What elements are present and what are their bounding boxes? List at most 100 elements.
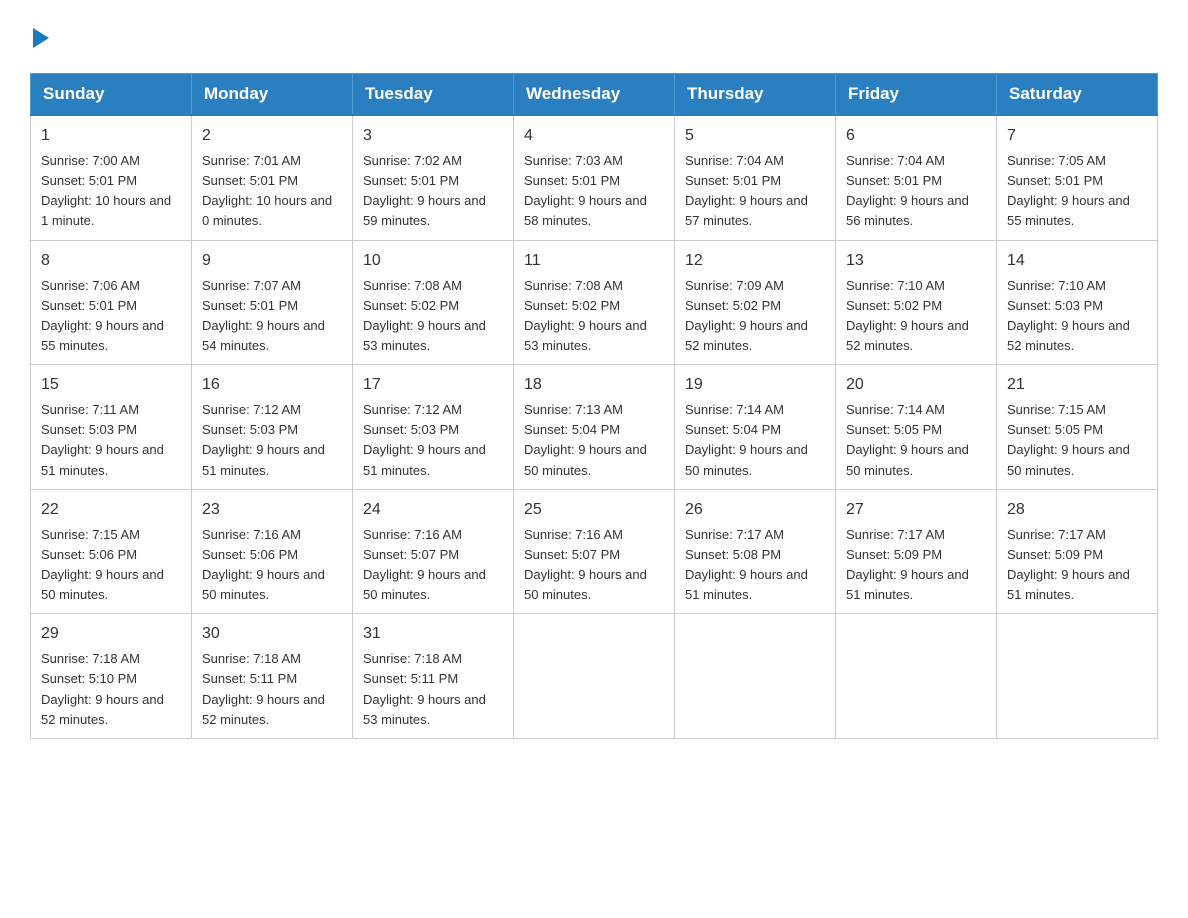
- calendar-header-saturday: Saturday: [997, 74, 1158, 116]
- day-number: 4: [524, 124, 664, 148]
- day-number: 22: [41, 498, 181, 522]
- day-info: Sunrise: 7:16 AMSunset: 5:06 PMDaylight:…: [202, 525, 342, 606]
- calendar-cell: 16Sunrise: 7:12 AMSunset: 5:03 PMDayligh…: [192, 365, 353, 490]
- day-number: 19: [685, 373, 825, 397]
- calendar-cell: [836, 614, 997, 739]
- day-number: 24: [363, 498, 503, 522]
- day-info: Sunrise: 7:17 AMSunset: 5:08 PMDaylight:…: [685, 525, 825, 606]
- day-info: Sunrise: 7:18 AMSunset: 5:11 PMDaylight:…: [363, 649, 503, 730]
- calendar-cell: 2 Sunrise: 7:01 AMSunset: 5:01 PMDaylight…: [192, 115, 353, 240]
- day-info: Sunrise: 7:10 AMSunset: 5:03 PMDaylight:…: [1007, 276, 1147, 357]
- calendar-cell: 31 Sunrise: 7:18 AMSunset: 5:11 PMDayligh…: [353, 614, 514, 739]
- calendar-cell: [675, 614, 836, 739]
- day-number: 28: [1007, 498, 1147, 522]
- day-info: Sunrise: 7:01 AMSunset: 5:01 PMDaylight:…: [202, 151, 342, 232]
- day-number: 25: [524, 498, 664, 522]
- day-info: Sunrise: 7:12 AMSunset: 5:03 PMDaylight:…: [363, 400, 503, 481]
- day-number: 26: [685, 498, 825, 522]
- day-number: 31: [363, 622, 503, 646]
- calendar-table: SundayMondayTuesdayWednesdayThursdayFrid…: [30, 73, 1158, 739]
- logo-arrow-icon: [33, 28, 49, 48]
- calendar-cell: 24 Sunrise: 7:16 AMSunset: 5:07 PMDayligh…: [353, 489, 514, 614]
- calendar-cell: 9 Sunrise: 7:07 AMSunset: 5:01 PMDaylight…: [192, 240, 353, 365]
- calendar-cell: 4 Sunrise: 7:03 AMSunset: 5:01 PMDaylight…: [514, 115, 675, 240]
- logo: [30, 20, 49, 53]
- day-number: 16: [202, 373, 342, 397]
- day-info: Sunrise: 7:16 AMSunset: 5:07 PMDaylight:…: [524, 525, 664, 606]
- calendar-cell: 28 Sunrise: 7:17 AMSunset: 5:09 PMDayligh…: [997, 489, 1158, 614]
- day-number: 10: [363, 249, 503, 273]
- day-info: Sunrise: 7:14 AMSunset: 5:05 PMDaylight:…: [846, 400, 986, 481]
- day-info: Sunrise: 7:03 AMSunset: 5:01 PMDaylight:…: [524, 151, 664, 232]
- day-info: Sunrise: 7:18 AMSunset: 5:11 PMDaylight:…: [202, 649, 342, 730]
- day-info: Sunrise: 7:10 AMSunset: 5:02 PMDaylight:…: [846, 276, 986, 357]
- calendar-header-wednesday: Wednesday: [514, 74, 675, 116]
- calendar-week-row: 8 Sunrise: 7:06 AMSunset: 5:01 PMDaylight…: [31, 240, 1158, 365]
- day-info: Sunrise: 7:16 AMSunset: 5:07 PMDaylight:…: [363, 525, 503, 606]
- day-number: 5: [685, 124, 825, 148]
- day-info: Sunrise: 7:14 AMSunset: 5:04 PMDaylight:…: [685, 400, 825, 481]
- day-number: 12: [685, 249, 825, 273]
- calendar-cell: 5Sunrise: 7:04 AMSunset: 5:01 PMDaylight…: [675, 115, 836, 240]
- logo-blue: [30, 20, 49, 53]
- calendar-cell: 15 Sunrise: 7:11 AMSunset: 5:03 PMDayligh…: [31, 365, 192, 490]
- day-number: 20: [846, 373, 986, 397]
- calendar-cell: [514, 614, 675, 739]
- day-number: 7: [1007, 124, 1147, 148]
- day-number: 6: [846, 124, 986, 148]
- calendar-cell: 19 Sunrise: 7:14 AMSunset: 5:04 PMDayligh…: [675, 365, 836, 490]
- day-number: 29: [41, 622, 181, 646]
- calendar-cell: 30 Sunrise: 7:18 AMSunset: 5:11 PMDayligh…: [192, 614, 353, 739]
- day-info: Sunrise: 7:18 AMSunset: 5:10 PMDaylight:…: [41, 649, 181, 730]
- calendar-cell: 3 Sunrise: 7:02 AMSunset: 5:01 PMDaylight…: [353, 115, 514, 240]
- calendar-header-row: SundayMondayTuesdayWednesdayThursdayFrid…: [31, 74, 1158, 116]
- calendar-cell: 13 Sunrise: 7:10 AMSunset: 5:02 PMDayligh…: [836, 240, 997, 365]
- day-number: 18: [524, 373, 664, 397]
- day-number: 23: [202, 498, 342, 522]
- calendar-cell: [997, 614, 1158, 739]
- day-info: Sunrise: 7:15 AMSunset: 5:06 PMDaylight:…: [41, 525, 181, 606]
- day-number: 8: [41, 249, 181, 273]
- day-number: 3: [363, 124, 503, 148]
- calendar-cell: 26 Sunrise: 7:17 AMSunset: 5:08 PMDayligh…: [675, 489, 836, 614]
- calendar-cell: 17 Sunrise: 7:12 AMSunset: 5:03 PMDayligh…: [353, 365, 514, 490]
- day-info: Sunrise: 7:07 AMSunset: 5:01 PMDaylight:…: [202, 276, 342, 357]
- calendar-cell: 7 Sunrise: 7:05 AMSunset: 5:01 PMDaylight…: [997, 115, 1158, 240]
- day-number: 2: [202, 124, 342, 148]
- calendar-cell: 11Sunrise: 7:08 AMSunset: 5:02 PMDayligh…: [514, 240, 675, 365]
- calendar-cell: 8 Sunrise: 7:06 AMSunset: 5:01 PMDaylight…: [31, 240, 192, 365]
- calendar-week-row: 29 Sunrise: 7:18 AMSunset: 5:10 PMDayligh…: [31, 614, 1158, 739]
- day-info: Sunrise: 7:04 AMSunset: 5:01 PMDaylight:…: [846, 151, 986, 232]
- day-info: Sunrise: 7:02 AMSunset: 5:01 PMDaylight:…: [363, 151, 503, 232]
- page-header: [30, 20, 1158, 53]
- calendar-cell: 20 Sunrise: 7:14 AMSunset: 5:05 PMDayligh…: [836, 365, 997, 490]
- calendar-cell: 29 Sunrise: 7:18 AMSunset: 5:10 PMDayligh…: [31, 614, 192, 739]
- calendar-cell: 12 Sunrise: 7:09 AMSunset: 5:02 PMDayligh…: [675, 240, 836, 365]
- calendar-header-sunday: Sunday: [31, 74, 192, 116]
- calendar-cell: 14Sunrise: 7:10 AMSunset: 5:03 PMDayligh…: [997, 240, 1158, 365]
- day-number: 13: [846, 249, 986, 273]
- day-number: 17: [363, 373, 503, 397]
- day-number: 9: [202, 249, 342, 273]
- calendar-cell: 27 Sunrise: 7:17 AMSunset: 5:09 PMDayligh…: [836, 489, 997, 614]
- day-info: Sunrise: 7:17 AMSunset: 5:09 PMDaylight:…: [1007, 525, 1147, 606]
- calendar-week-row: 15 Sunrise: 7:11 AMSunset: 5:03 PMDayligh…: [31, 365, 1158, 490]
- calendar-header-friday: Friday: [836, 74, 997, 116]
- day-number: 30: [202, 622, 342, 646]
- day-info: Sunrise: 7:05 AMSunset: 5:01 PMDaylight:…: [1007, 151, 1147, 232]
- day-info: Sunrise: 7:06 AMSunset: 5:01 PMDaylight:…: [41, 276, 181, 357]
- day-info: Sunrise: 7:17 AMSunset: 5:09 PMDaylight:…: [846, 525, 986, 606]
- calendar-cell: 18Sunrise: 7:13 AMSunset: 5:04 PMDayligh…: [514, 365, 675, 490]
- calendar-cell: 10 Sunrise: 7:08 AMSunset: 5:02 PMDayligh…: [353, 240, 514, 365]
- day-number: 15: [41, 373, 181, 397]
- calendar-cell: 1Sunrise: 7:00 AMSunset: 5:01 PMDaylight…: [31, 115, 192, 240]
- day-info: Sunrise: 7:09 AMSunset: 5:02 PMDaylight:…: [685, 276, 825, 357]
- day-number: 1: [41, 124, 181, 148]
- day-info: Sunrise: 7:08 AMSunset: 5:02 PMDaylight:…: [524, 276, 664, 357]
- day-number: 21: [1007, 373, 1147, 397]
- day-number: 27: [846, 498, 986, 522]
- calendar-cell: 25 Sunrise: 7:16 AMSunset: 5:07 PMDayligh…: [514, 489, 675, 614]
- calendar-week-row: 22 Sunrise: 7:15 AMSunset: 5:06 PMDayligh…: [31, 489, 1158, 614]
- day-info: Sunrise: 7:11 AMSunset: 5:03 PMDaylight:…: [41, 400, 181, 481]
- day-info: Sunrise: 7:08 AMSunset: 5:02 PMDaylight:…: [363, 276, 503, 357]
